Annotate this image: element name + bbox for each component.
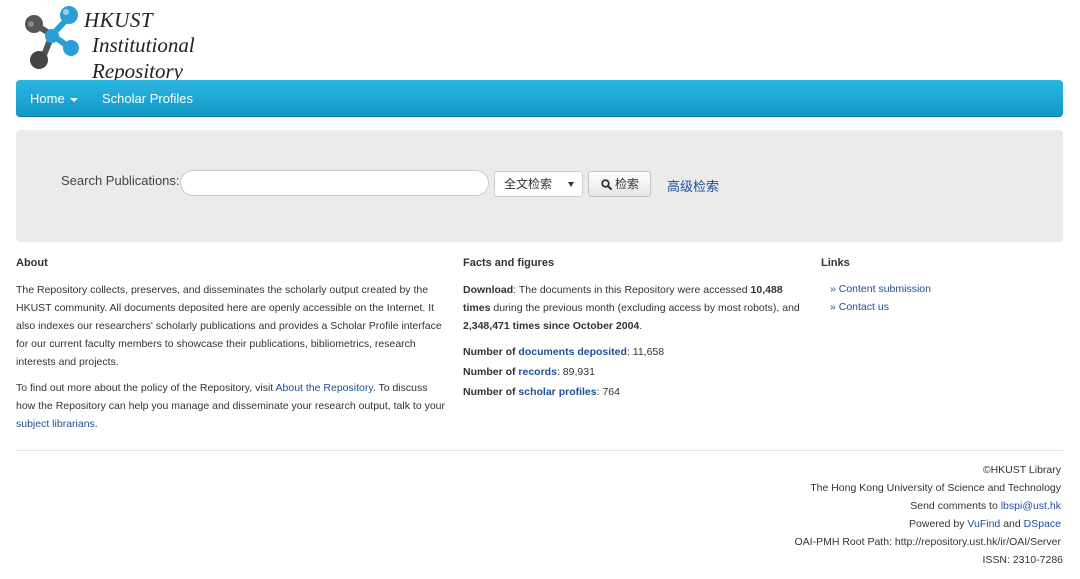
- about-policy-paragraph: To find out more about the policy of the…: [16, 379, 446, 433]
- search-icon: [601, 179, 612, 190]
- number-of-label: Number of: [463, 386, 516, 398]
- footer-powered-text: Powered by: [909, 518, 968, 530]
- advanced-search-link[interactable]: 高级检索: [667, 176, 719, 195]
- caret-down-icon: [69, 97, 78, 102]
- footer-comments: Send comments to lbspi@ust.hk: [910, 500, 1061, 512]
- records-stat: Number of records: 89,931: [463, 366, 595, 378]
- footer-issn: ISSN: 2310-7286: [982, 554, 1063, 566]
- logo-text: HKUST Institutional Repository: [84, 8, 272, 84]
- about-heading: About: [16, 257, 48, 269]
- footer-copyright: ©HKUST Library: [982, 464, 1061, 476]
- footer-email-link[interactable]: lbspi@ust.hk: [1001, 500, 1061, 512]
- dropdown-arrow-icon: [568, 182, 574, 187]
- download-text-end: .: [639, 320, 643, 332]
- about-repository-link[interactable]: About the Repository: [276, 382, 373, 394]
- main-navbar: Home Scholar Profiles: [16, 80, 1063, 117]
- vufind-link[interactable]: VuFind: [967, 518, 1000, 530]
- search-type-value: 全文检索: [504, 177, 553, 191]
- records-value: : 89,931: [556, 366, 595, 378]
- number-of-label: Number of: [463, 366, 516, 378]
- documents-deposited-stat: Number of documents deposited: 11,658: [463, 346, 664, 358]
- about-policy-text-end: .: [94, 418, 98, 430]
- footer-powered-by: Powered by VuFind and DSpace: [909, 518, 1061, 530]
- dspace-link[interactable]: DSpace: [1024, 518, 1061, 530]
- nav-scholar-profiles[interactable]: Scholar Profiles: [102, 80, 193, 117]
- download-text-mid: during the previous month (excluding acc…: [490, 302, 800, 314]
- download-label: Download: [463, 284, 514, 296]
- footer-and-text: and: [1000, 518, 1024, 530]
- site-logo[interactable]: HKUST Institutional Repository: [22, 2, 272, 83]
- footer-university-link[interactable]: The Hong Kong University of Science and …: [810, 482, 1061, 494]
- footer-divider: [16, 450, 1063, 451]
- scholar-profiles-stat: Number of scholar profiles: 764: [463, 386, 620, 398]
- links-heading: Links: [821, 257, 850, 269]
- total-access-count: 2,348,471 times since October 2004: [463, 320, 640, 332]
- footer-oai-path: OAI-PMH Root Path: http://repository.ust…: [794, 536, 1061, 548]
- search-label: Search Publications:: [61, 173, 180, 188]
- contact-us-link[interactable]: » Contact us: [830, 301, 889, 313]
- search-type-select[interactable]: 全文检索: [494, 171, 583, 197]
- nav-home-dropdown[interactable]: Home: [30, 80, 78, 117]
- search-input[interactable]: [180, 170, 489, 196]
- documents-deposited-link[interactable]: documents deposited: [518, 346, 627, 358]
- logo-subtitle: Institutional Repository: [92, 33, 195, 83]
- search-panel: Search Publications: 全文检索 检索 高级检索: [16, 130, 1063, 242]
- number-of-label: Number of: [463, 346, 516, 358]
- download-stats-paragraph: Download: The documents in this Reposito…: [463, 281, 803, 335]
- about-policy-text: To find out more about the policy of the…: [16, 382, 276, 394]
- scholar-profiles-link[interactable]: scholar profiles: [518, 386, 596, 398]
- download-text: : The documents in this Repository were …: [513, 284, 751, 296]
- footer-comments-text: Send comments to: [910, 500, 1001, 512]
- content-submission-link[interactable]: » Content submission: [830, 283, 931, 295]
- search-button-label: 检索: [615, 177, 640, 191]
- records-link[interactable]: records: [518, 366, 557, 378]
- nav-home-label: Home: [30, 91, 65, 106]
- logo-title: HKUST: [84, 8, 154, 32]
- facts-heading: Facts and figures: [463, 257, 555, 269]
- search-button[interactable]: 检索: [588, 171, 651, 197]
- about-paragraph: The Repository collects, preserves, and …: [16, 284, 442, 368]
- documents-deposited-value: : 11,658: [626, 346, 665, 358]
- molecule-logo-icon: [25, 6, 79, 69]
- scholar-profiles-value: : 764: [596, 386, 620, 398]
- subject-librarians-link[interactable]: subject librarians: [16, 418, 95, 430]
